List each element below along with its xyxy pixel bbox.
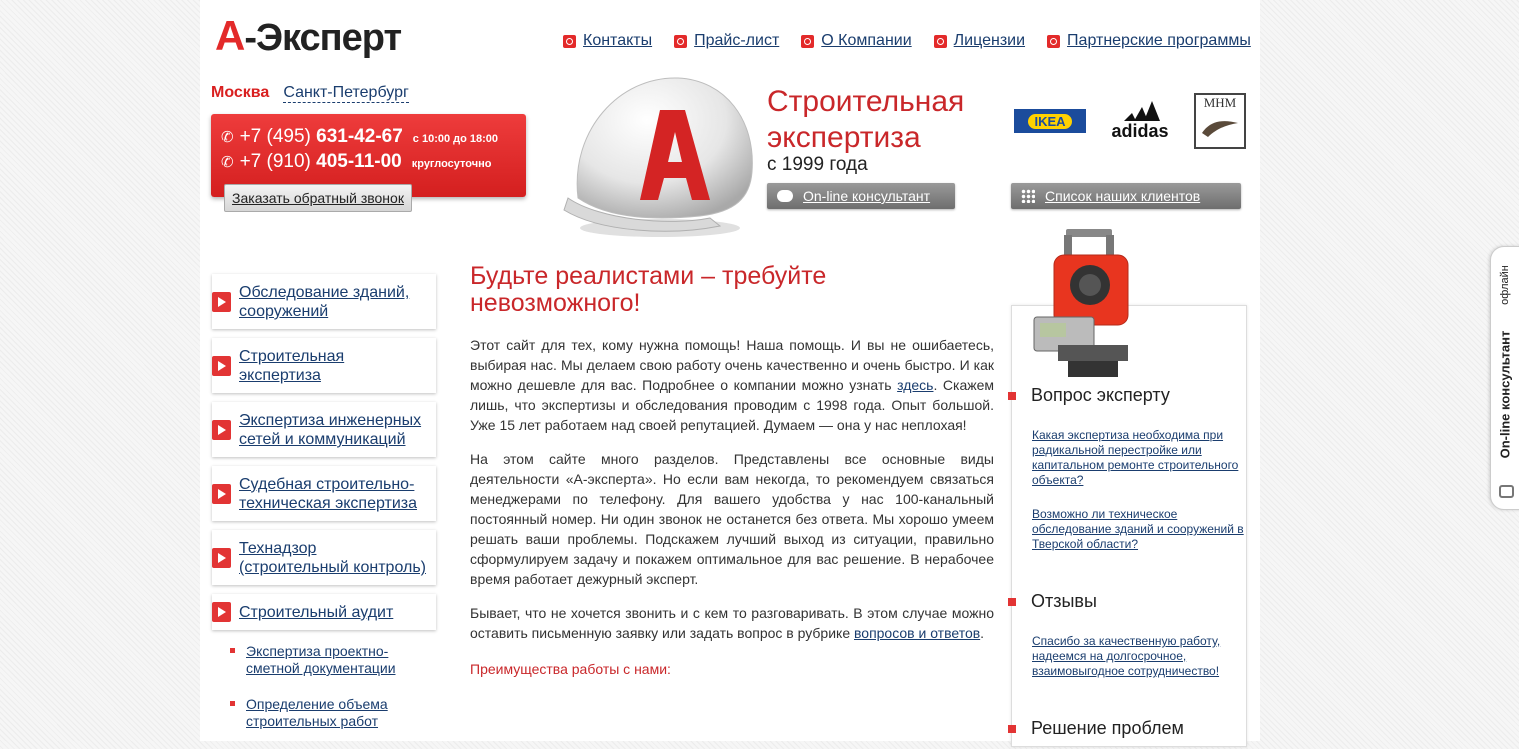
phone-hours: с 10:00 до 18:00 [412, 133, 499, 145]
nav-label: Прайс-лист [694, 32, 780, 49]
nav-bullet-icon [674, 34, 688, 48]
city-switcher: Москва Санкт-Петербург [211, 84, 409, 103]
nav-licenses[interactable]: Лицензии [933, 32, 1026, 50]
nav-bullet-icon [1047, 34, 1061, 48]
section-bullet-icon [1008, 598, 1016, 606]
question-link[interactable]: Какая экспертиза необходима при радикаль… [1032, 428, 1244, 488]
widget-label: On-line консультант [1497, 330, 1513, 459]
qa-link[interactable]: вопросов и ответов [854, 625, 980, 641]
mnm-logo: МНМ [1194, 93, 1246, 149]
nav-bullet-icon [801, 34, 815, 48]
menu-item-technical-supervision[interactable]: Технадзор (строительный контроль) [212, 530, 436, 585]
nav-price-list[interactable]: Прайс-лист [674, 32, 779, 50]
problems-section-title: Решение проблем [1031, 718, 1184, 738]
main-heading: Будьте реалистами – требуйте невозможног… [470, 262, 827, 317]
top-navigation: Контакты Прайс-лист О Компании Лицензии … [563, 32, 1251, 50]
menu-item-engineering-networks[interactable]: Экспертиза инженерных сетей и коммуникац… [212, 402, 436, 457]
logo-text: -Эксперт [244, 17, 402, 59]
helmet-image [563, 77, 753, 237]
mnm-emblem-icon [1202, 121, 1238, 137]
submenu-item[interactable]: Экспертиза проектно-сметной документации [230, 643, 430, 677]
advantages-heading: Преимущества работы с нами: [470, 661, 671, 677]
qa-paragraph: Бывает, что не хочется звонить и с кем т… [470, 605, 994, 641]
grid-icon [1021, 189, 1035, 203]
section-bullet-icon [1008, 725, 1016, 733]
menu-item-judicial-expertise[interactable]: Судебная строительно-техническая эксперт… [212, 466, 436, 521]
menu-item-construction-audit[interactable]: Строительный аудит [212, 594, 436, 630]
main-content: Будьте реалистами – требуйте невозможног… [470, 263, 994, 679]
arrow-right-icon [212, 547, 231, 568]
chat-icon [1499, 485, 1514, 498]
nav-partners[interactable]: Партнерские программы [1047, 32, 1251, 50]
section-bullet-icon [1008, 392, 1016, 400]
city-spb-link[interactable]: Санкт-Петербург [283, 84, 409, 103]
submenu-item[interactable]: Определение объема строительных работ [230, 696, 430, 730]
callback-button[interactable]: Заказать обратный звонок [224, 184, 412, 212]
nav-label: Лицензии [953, 32, 1026, 49]
phone-number[interactable]: +7 (495) 631-42-67 [240, 126, 403, 148]
total-station-image [1033, 229, 1129, 377]
nav-label: Контакты [583, 32, 653, 49]
arrow-right-icon [212, 355, 231, 376]
phone-number[interactable]: +7 (910) 405-11-00 [240, 151, 402, 173]
nav-bullet-icon [933, 34, 947, 48]
client-logos: IKEA adidas МНМ [1014, 93, 1246, 149]
audit-submenu: Экспертиза проектно-сметной документации… [230, 643, 430, 749]
online-consultant-widget[interactable]: офлайн On-line консультант [1490, 246, 1519, 510]
nav-about[interactable]: О Компании [801, 32, 912, 50]
logo-letter: А [215, 12, 245, 59]
adidas-stripes-icon [1124, 100, 1160, 121]
since-year: с 1999 года [767, 154, 868, 175]
phone-icon: ✆ [221, 129, 234, 146]
menu-item-building-survey[interactable]: Обследование зданий, сооружений [212, 274, 436, 329]
menu-item-construction-expertise[interactable]: Строительная экспертиза [212, 338, 436, 393]
chat-bubble-icon [777, 190, 793, 202]
review-link[interactable]: Спасибо за качественную работу, надеемся… [1032, 634, 1244, 679]
nav-contacts[interactable]: Контакты [563, 32, 652, 50]
phone-row: ✆ +7 (495) 631-42-67 с 10:00 до 18:00 [221, 126, 498, 148]
widget-status: офлайн [1499, 265, 1511, 305]
online-consultant-button[interactable]: On-line консультант [767, 183, 955, 209]
about-link[interactable]: здесь [897, 377, 933, 393]
city-moscow: Москва [211, 84, 270, 101]
arrow-right-icon [212, 291, 231, 312]
reviews-section-title: Отзывы [1031, 591, 1097, 611]
services-menu: Обследование зданий, сооружений Строител… [212, 274, 436, 639]
question-link[interactable]: Возможно ли техническое обследование зда… [1032, 507, 1244, 552]
clients-list-button[interactable]: Список наших клиентов [1011, 183, 1241, 209]
phone-icon: ✆ [221, 154, 234, 171]
page-tagline: Строительная экспертиза [767, 85, 965, 154]
ikea-logo: IKEA [1014, 109, 1086, 133]
nav-label: Партнерские программы [1067, 32, 1251, 49]
arrow-right-icon [212, 602, 231, 622]
phone-row: ✆ +7 (910) 405-11-00 круглосуточно [221, 151, 491, 173]
arrow-right-icon [212, 419, 231, 440]
question-section-title: Вопрос эксперту [1031, 385, 1170, 405]
phone-hours: круглосуточно [411, 158, 492, 170]
intro-paragraph: Этот сайт для тех, кому нужна помощь! На… [470, 337, 995, 433]
site-logo[interactable]: А-Эксперт [215, 12, 402, 60]
contact-paragraph: На этом сайте много разделов. Представле… [470, 451, 994, 587]
nav-bullet-icon [563, 34, 576, 48]
adidas-logo: adidas [1104, 100, 1176, 142]
arrow-right-icon [212, 483, 231, 504]
nav-label: О Компании [821, 32, 912, 49]
